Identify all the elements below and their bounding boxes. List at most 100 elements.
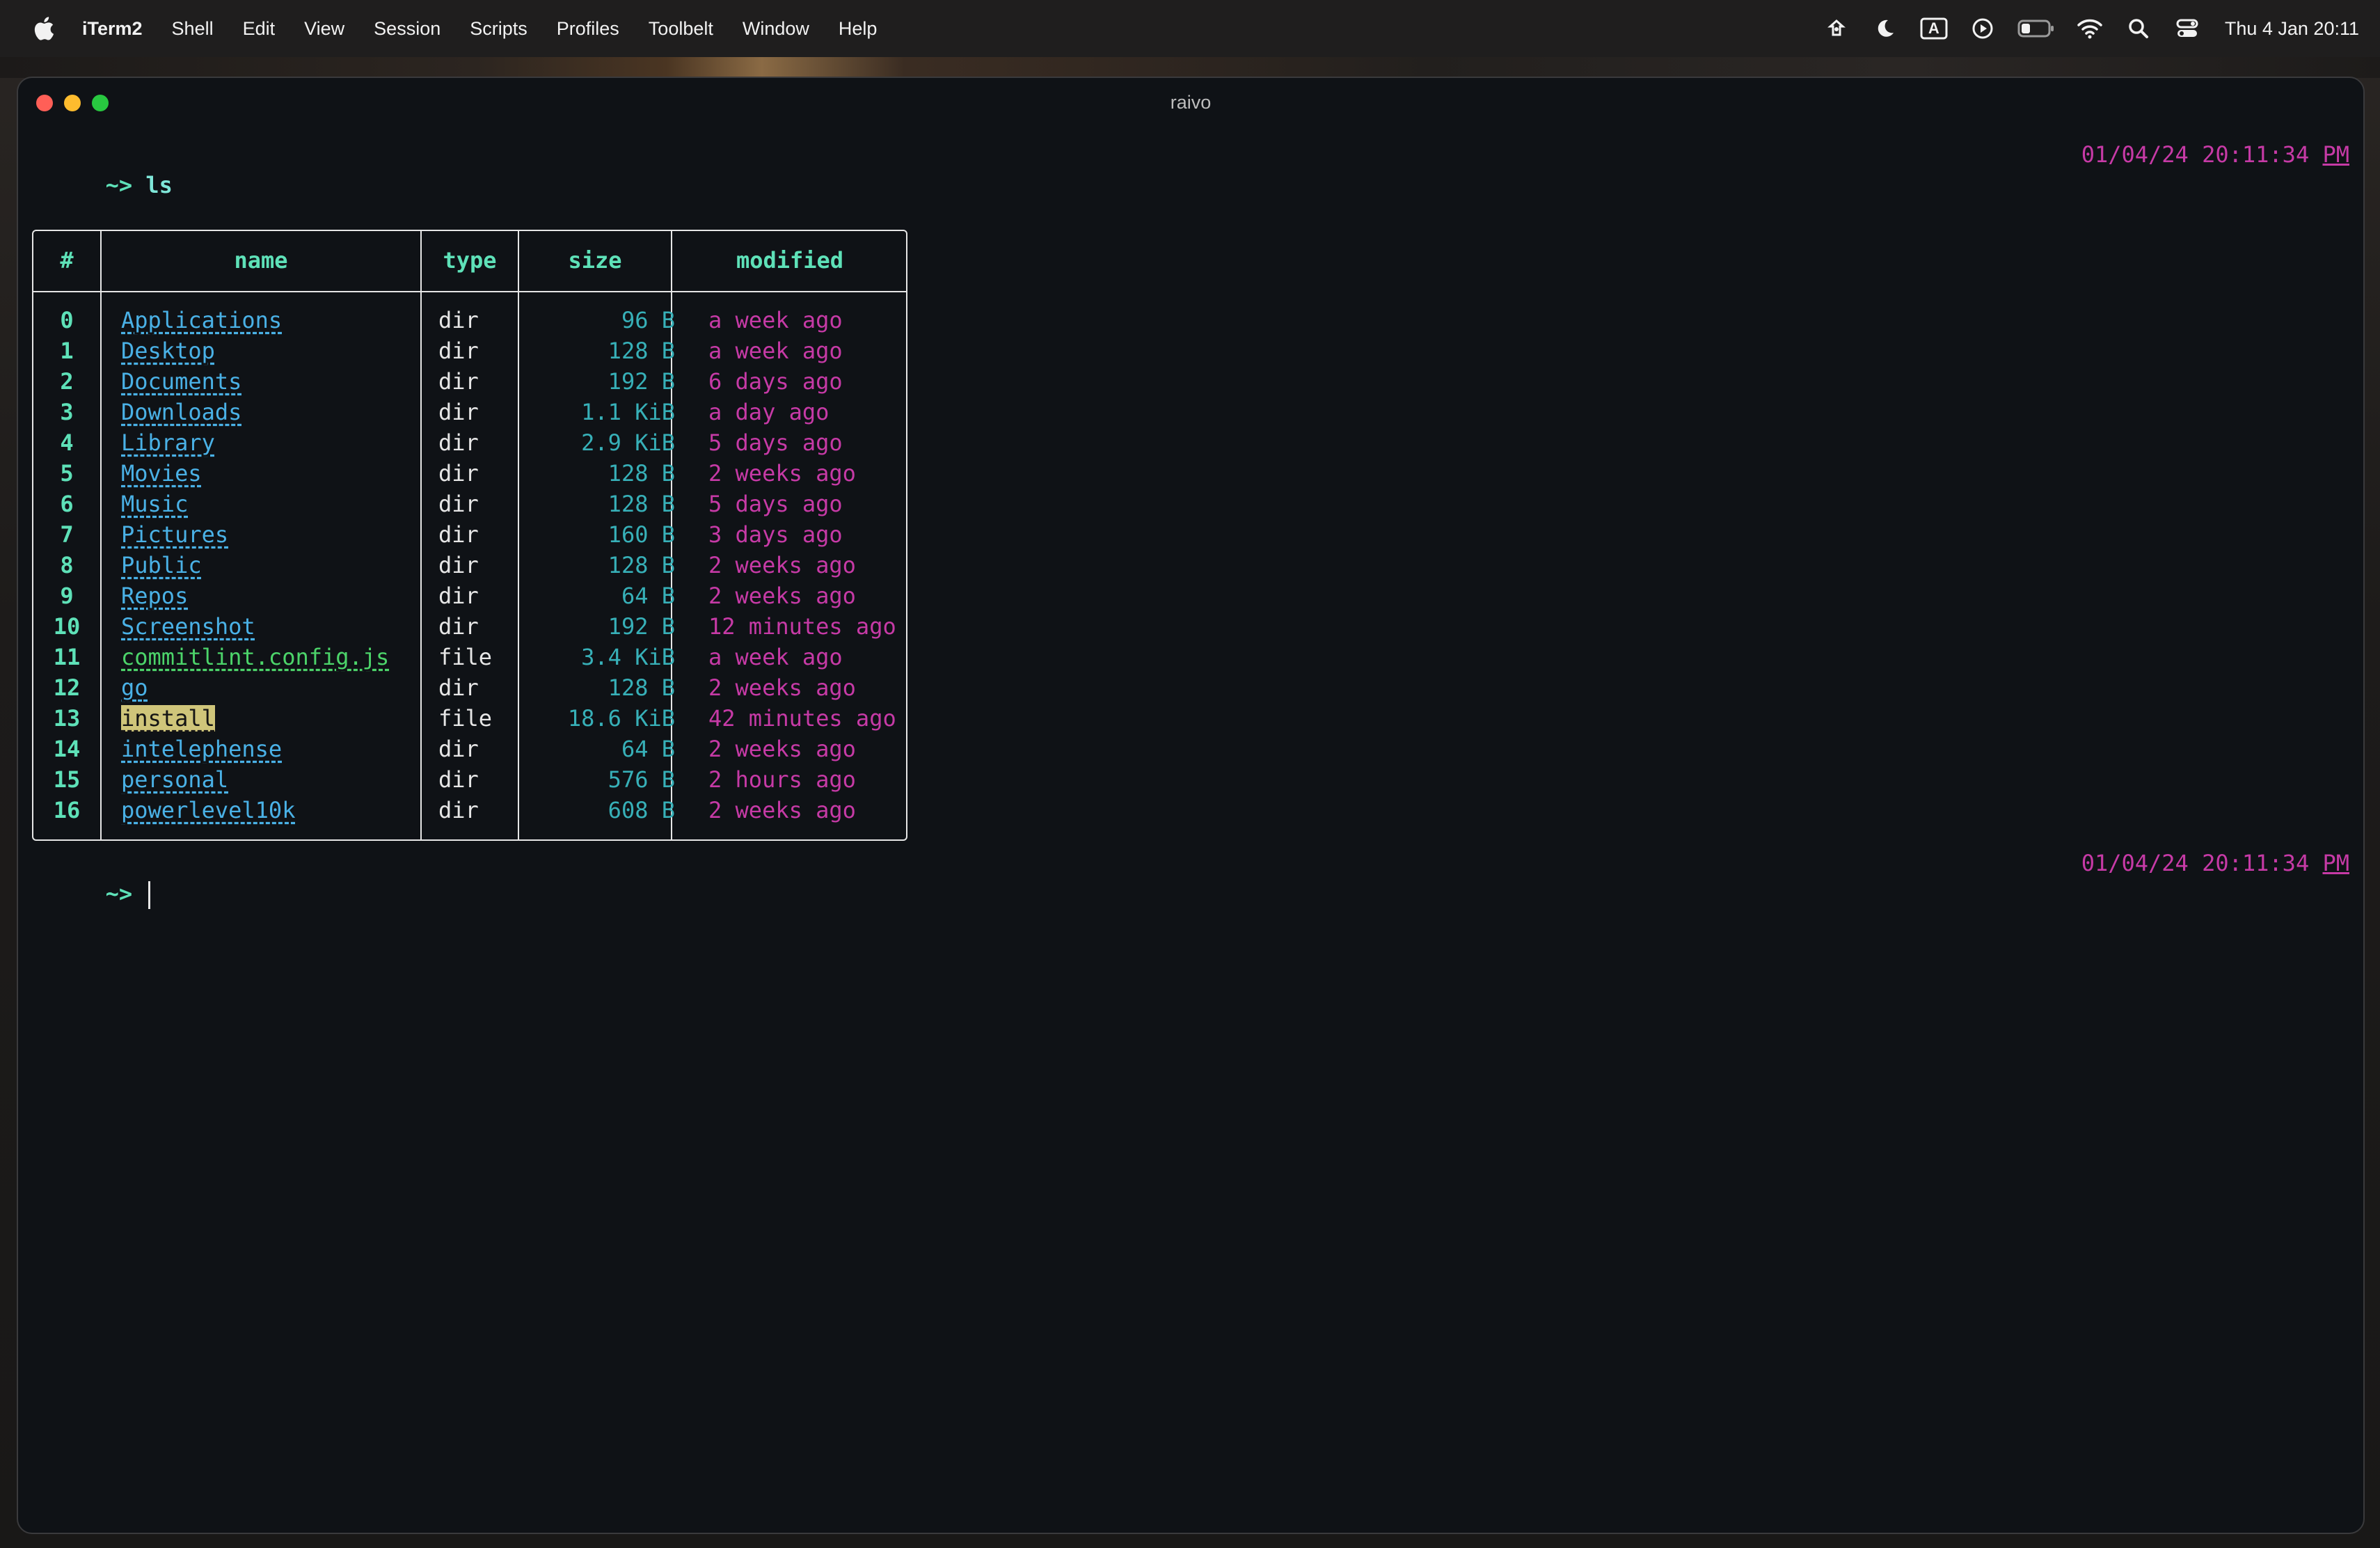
row-index: 1	[60, 338, 74, 364]
file-name-link[interactable]: Documents	[121, 368, 241, 395]
file-name-link[interactable]: Pictures	[121, 521, 228, 548]
menu-scripts[interactable]: Scripts	[470, 18, 527, 40]
command-line: ~> ls 01/04/24 20:11:34 PM	[25, 139, 2349, 198]
file-name-link[interactable]: Downloads	[121, 399, 241, 425]
file-size: 96 B	[621, 307, 675, 333]
file-name-link[interactable]: personal	[121, 766, 228, 793]
file-name-link[interactable]: Desktop	[121, 338, 215, 364]
timestamp-ampm: PM	[2322, 850, 2349, 876]
input-source-icon[interactable]: A	[1920, 15, 1948, 42]
row-index: 7	[60, 521, 74, 548]
file-name-link[interactable]: commitlint.config.js	[121, 644, 389, 670]
file-name-link[interactable]: Screenshot	[121, 613, 255, 640]
table-row: 15 personal dir 576 B 2 hours ago	[33, 764, 906, 795]
menu-app-name[interactable]: iTerm2	[82, 18, 143, 40]
file-name-link[interactable]: powerlevel10k	[121, 797, 295, 823]
wallpaper	[0, 57, 2380, 78]
menu-bar-clock[interactable]: Thu 4 Jan 20:11	[2225, 18, 2359, 40]
table-row: 4 Library dir 2.9 KiB 5 days ago	[33, 427, 906, 458]
row-index: 10	[53, 613, 81, 640]
menu-shell[interactable]: Shell	[172, 18, 214, 40]
file-name-link[interactable]: Movies	[121, 460, 202, 487]
file-name-link[interactable]: Applications	[121, 307, 282, 333]
file-type: dir	[438, 736, 479, 762]
file-type: dir	[438, 521, 479, 548]
focus-moon-icon[interactable]	[1871, 15, 1899, 42]
file-size: 192 B	[608, 368, 675, 395]
file-name-link[interactable]: go	[121, 674, 148, 701]
file-size: 1.1 KiB	[581, 399, 675, 425]
file-name-link[interactable]: Public	[121, 552, 202, 578]
file-size: 64 B	[621, 583, 675, 609]
menu-session[interactable]: Session	[374, 18, 441, 40]
accessibility-icon[interactable]	[1823, 15, 1850, 42]
menu-bar: iTerm2 Shell Edit View Session Scripts P…	[0, 0, 2380, 57]
wifi-icon[interactable]	[2076, 15, 2104, 42]
row-index: 14	[53, 736, 81, 762]
file-name-cell: Documents	[121, 366, 241, 397]
file-name-cell: Library	[121, 427, 215, 458]
file-type: dir	[438, 429, 479, 456]
file-type: dir	[438, 399, 479, 425]
table-row: 0 Applications dir 96 B a week ago	[33, 305, 906, 335]
file-name-link[interactable]: Repos	[121, 583, 188, 609]
table-row: 2 Documents dir 192 B 6 days ago	[33, 366, 906, 397]
row-index: 8	[60, 552, 74, 578]
file-size: 128 B	[608, 552, 675, 578]
control-center-icon[interactable]	[2173, 15, 2201, 42]
terminal-session[interactable]: ~> ls 01/04/24 20:11:34 PM # name type s…	[18, 129, 2363, 1533]
file-modified: 5 days ago	[708, 429, 843, 456]
menu-profiles[interactable]: Profiles	[557, 18, 619, 40]
window-titlebar[interactable]: raivo	[18, 78, 2363, 129]
table-row: 8 Public dir 128 B 2 weeks ago	[33, 550, 906, 580]
row-index: 0	[60, 307, 74, 333]
file-size: 576 B	[608, 766, 675, 793]
shell-prompt: ~>	[105, 880, 133, 907]
file-type: dir	[438, 491, 479, 517]
active-prompt-line[interactable]: ~> 01/04/24 20:11:34 PM	[25, 848, 2349, 909]
file-type: dir	[438, 583, 479, 609]
row-index: 16	[53, 797, 81, 823]
file-name-link[interactable]: intelephense	[121, 736, 282, 762]
file-name-link[interactable]: Music	[121, 491, 188, 517]
file-size: 18.6 KiB	[567, 705, 675, 732]
file-name-link[interactable]: Library	[121, 429, 215, 456]
file-name-cell: Downloads	[121, 397, 241, 427]
file-name-link[interactable]: install	[121, 705, 215, 732]
now-playing-icon[interactable]	[1969, 15, 1997, 42]
table-row: 9 Repos dir 64 B 2 weeks ago	[33, 580, 906, 611]
file-size: 128 B	[608, 338, 675, 364]
spotlight-search-icon[interactable]	[2125, 15, 2152, 42]
table-row: 16 powerlevel10k dir 608 B 2 weeks ago	[33, 795, 906, 826]
file-type: dir	[438, 797, 479, 823]
file-modified: 3 days ago	[708, 521, 843, 548]
row-index: 9	[60, 583, 74, 609]
file-type: dir	[438, 307, 479, 333]
table-row: 10 Screenshot dir 192 B 12 minutes ago	[33, 611, 906, 642]
file-size: 160 B	[608, 521, 675, 548]
file-name-cell: commitlint.config.js	[121, 642, 389, 672]
menu-toolbelt[interactable]: Toolbelt	[649, 18, 713, 40]
file-name-cell: Screenshot	[121, 611, 255, 642]
apple-logo-icon[interactable]	[25, 17, 63, 40]
menu-help[interactable]: Help	[839, 18, 878, 40]
file-modified: a week ago	[708, 338, 843, 364]
menu-window[interactable]: Window	[743, 18, 809, 40]
menu-view[interactable]: View	[304, 18, 344, 40]
file-size: 64 B	[621, 736, 675, 762]
shell-prompt: ~>	[105, 172, 133, 198]
file-type: dir	[438, 552, 479, 578]
text-cursor	[148, 881, 151, 909]
right-prompt-timestamp: 01/04/24 20:11:34 PM	[2081, 848, 2349, 878]
battery-icon[interactable]	[2017, 15, 2055, 42]
file-size: 128 B	[608, 674, 675, 701]
menu-edit[interactable]: Edit	[243, 18, 276, 40]
timestamp-date: 01/04/24 20:11:34	[2081, 850, 2310, 876]
file-modified: 2 weeks ago	[708, 736, 856, 762]
table-row: 5 Movies dir 128 B 2 weeks ago	[33, 458, 906, 489]
file-size: 2.9 KiB	[581, 429, 675, 456]
file-type: dir	[438, 338, 479, 364]
file-modified: 2 weeks ago	[708, 583, 856, 609]
row-index: 3	[60, 399, 74, 425]
file-size: 128 B	[608, 460, 675, 487]
